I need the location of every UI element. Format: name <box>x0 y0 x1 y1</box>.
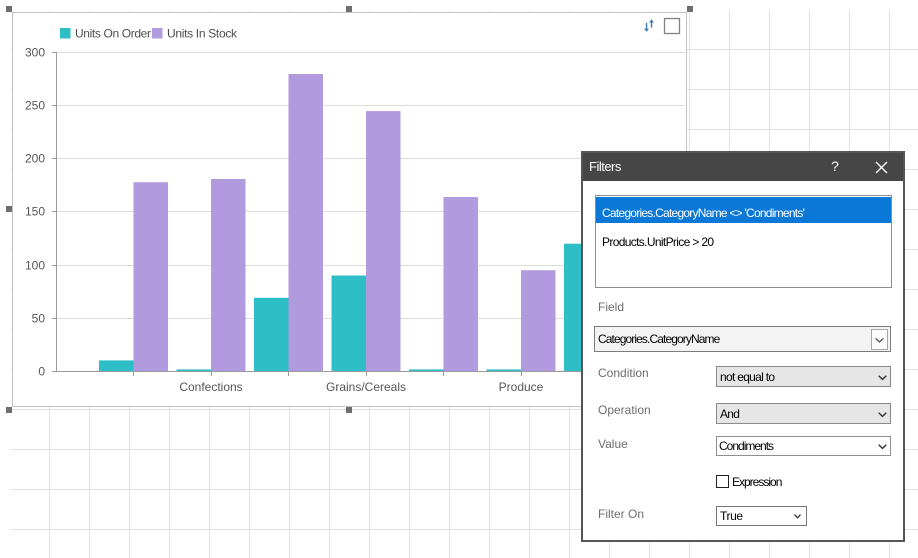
svg-text:0: 0 <box>38 365 45 379</box>
svg-text:100: 100 <box>25 259 45 273</box>
svg-text:200: 200 <box>25 152 45 166</box>
svg-text:Units On Order: Units On Order <box>75 27 151 41</box>
svg-text:250: 250 <box>25 99 45 113</box>
svg-text:50: 50 <box>32 312 46 326</box>
svg-text:150: 150 <box>25 205 45 219</box>
svg-text:Confections: Confections <box>179 380 242 394</box>
svg-text:Produce: Produce <box>499 380 544 394</box>
svg-text:Units In Stock: Units In Stock <box>167 27 238 41</box>
svg-text:Grains/Cereals: Grains/Cereals <box>326 380 406 394</box>
svg-text:300: 300 <box>25 46 45 60</box>
